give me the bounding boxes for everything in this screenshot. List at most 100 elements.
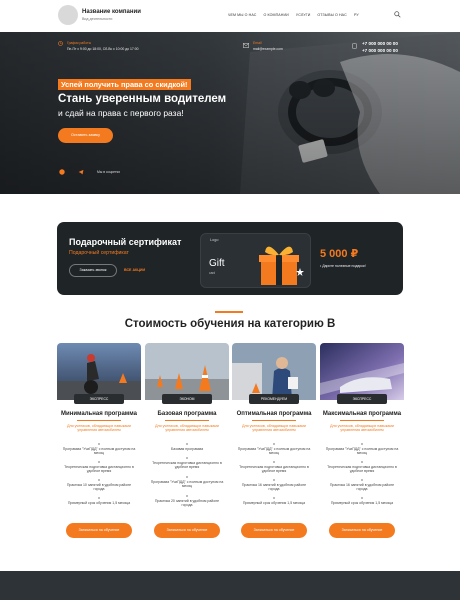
- card-feature: Теоретическая подготовка дистанционно в …: [327, 465, 397, 474]
- gift-certificate-banner: Подарочный сертификат Подарочный сертифи…: [57, 222, 403, 295]
- phone-2[interactable]: +7 000 000 00 00: [362, 48, 398, 53]
- card-feature: Базовая программа: [170, 447, 204, 451]
- card-tag: ЭКСПРЕСС: [337, 394, 387, 404]
- bullet-dot: [186, 495, 188, 497]
- bullet-dot: [361, 497, 363, 499]
- bullet-dot: [98, 443, 100, 445]
- card-tag: РЕКОМЕНДУЕМ: [249, 394, 299, 404]
- bullet-dot: [361, 461, 363, 463]
- company-subtitle: Вид деятельности: [82, 17, 113, 21]
- card-feature: Теоретическая подготовка дистанционно в …: [239, 465, 309, 474]
- enroll-button[interactable]: Записаться на обучение: [241, 523, 307, 538]
- card-image-instructor: [232, 343, 316, 400]
- order-call-button[interactable]: Заказать звонок: [69, 264, 117, 277]
- gift-box-icon: [259, 246, 304, 285]
- card-title: Минимальная программа: [61, 411, 137, 417]
- nav-item-company[interactable]: О КОМПАНИИ: [263, 13, 288, 17]
- bullet-dot: [273, 479, 275, 481]
- bullet-dot: [98, 497, 100, 499]
- logo-placeholder[interactable]: [58, 5, 78, 25]
- enroll-button[interactable]: Записаться на обучение: [154, 523, 220, 538]
- gift-price: 5 000 ₽: [320, 248, 359, 260]
- gift-card-logo: Logo: [210, 238, 219, 242]
- company-name[interactable]: Название компании: [82, 9, 141, 15]
- social-link-label[interactable]: Мы в соцсетях: [97, 170, 120, 174]
- pricing-card-minimal: ЭКСПРЕСС Минимальная программа Для учени…: [57, 343, 141, 553]
- card-feature: Теоретическая подготовка дистанционно в …: [152, 461, 222, 470]
- card-title-underline: [165, 420, 209, 421]
- leave-request-button[interactable]: Оставить заявку: [58, 128, 113, 143]
- card-description: Для учеников, обладающих навыками управл…: [242, 424, 306, 433]
- bullet-dot: [273, 461, 275, 463]
- card-feature: Примерный срок обучения 1,5 месяца: [242, 501, 306, 505]
- main-nav: ЧЕМ МЫ О НАС О КОМПАНИИ УСЛУГИ ОТЗЫВЫ О …: [228, 13, 347, 17]
- email-value[interactable]: mail@example.com: [253, 47, 283, 51]
- enroll-button[interactable]: Записаться на обучение: [329, 523, 395, 538]
- bullet-dot: [186, 457, 188, 459]
- enroll-button[interactable]: Записаться на обучение: [66, 523, 132, 538]
- card-feature: Программа "УчиПДД" с полным доступом на …: [237, 447, 311, 456]
- nav-item-reviews[interactable]: ОТЗЫВЫ О НАС: [317, 13, 346, 17]
- all-promos-link[interactable]: ВСЕ АКЦИИ: [124, 268, 145, 272]
- card-image-motorcycle: [57, 343, 141, 400]
- card-feature: Практика 10 занятий в удобном районе гор…: [66, 483, 132, 492]
- phone-1[interactable]: +7 000 000 00 00: [362, 41, 398, 46]
- bullet-dot: [186, 443, 188, 445]
- card-title-underline: [77, 420, 121, 421]
- card-description: Для учеников, обладающих навыками управл…: [330, 424, 394, 433]
- card-feature: Примерный срок обучения 1,5 месяца: [67, 501, 131, 505]
- bullet-dot: [273, 443, 275, 445]
- language-switch[interactable]: РУ: [354, 13, 359, 17]
- pricing-card-basic: ЭКОНОМ Базовая программа Для учеников, о…: [145, 343, 229, 553]
- card-image-car-night: [320, 343, 404, 400]
- bullet-dot: [186, 476, 188, 478]
- gift-card-image: Logo Gift card: [200, 233, 311, 288]
- bullet-dot: [98, 461, 100, 463]
- mail-icon: [243, 43, 249, 48]
- card-description: Для учеников, обладающих навыками управл…: [67, 424, 131, 433]
- schedule-label: График работы: [67, 41, 92, 45]
- hero-title: Стань уверенным водителем: [58, 93, 227, 105]
- card-feature: Программа "УчиПДД" с полным доступом на …: [150, 480, 224, 489]
- pricing-card-optimal: РЕКОМЕНДУЕМ Оптимальная программа Для уч…: [232, 343, 316, 553]
- card-title: Максимальная программа: [322, 411, 402, 417]
- card-title-underline: [340, 420, 384, 421]
- bullet-dot: [361, 479, 363, 481]
- card-title: Оптимальная программа: [236, 411, 312, 417]
- pricing-section-title: Стоимость обучения на категорию В: [124, 318, 336, 330]
- card-feature: Программа "УчиПДД" с полным доступом на …: [62, 447, 136, 456]
- site-header: Название компании Вид деятельности ЧЕМ М…: [0, 0, 460, 32]
- telegram-icon[interactable]: [78, 169, 84, 175]
- section-divider: [215, 311, 243, 313]
- gift-card-word: Gift: [209, 258, 225, 269]
- card-tag: ЭКОНОМ: [162, 394, 212, 404]
- card-feature: Практика 16 занятий в удобном районе гор…: [241, 483, 307, 492]
- search-icon[interactable]: [394, 11, 401, 18]
- card-description: Для учеников, обладающих навыками управл…: [155, 424, 219, 433]
- email-label: Email: [253, 41, 262, 45]
- nav-item-services[interactable]: УСЛУГИ: [296, 13, 311, 17]
- promo-badge: Успей получить права со скидкой!: [58, 79, 191, 90]
- phone-icon: [352, 43, 357, 49]
- hero-subtitle: и сдай на права с первого раза!: [58, 108, 184, 118]
- gift-title: Подарочный сертификат: [69, 237, 182, 247]
- bullet-dot: [361, 443, 363, 445]
- card-feature: Теоретическая подготовка дистанционно в …: [64, 465, 134, 474]
- card-feature: Примерный срок обучения 1,5 месяца: [330, 501, 394, 505]
- card-feature: Практика 16 занятий в удобном районе гор…: [329, 483, 395, 492]
- gift-card-word-card: card: [209, 271, 216, 275]
- schedule-value: Пн-Пт с 9:00 до 18:00, Сб-Вс с 10:00 до …: [67, 47, 139, 51]
- vk-icon[interactable]: [59, 169, 65, 175]
- gift-subtitle: Подарочный сертификат: [69, 250, 129, 256]
- nav-item-about-us[interactable]: ЧЕМ МЫ О НАС: [228, 13, 256, 17]
- clock-icon: [58, 41, 63, 46]
- card-title: Базовая программа: [157, 411, 217, 417]
- next-section-strip: [0, 571, 460, 600]
- card-feature: Программа "УчиПДД" с полным доступом на …: [325, 447, 399, 456]
- pricing-card-maximal: ЭКСПРЕСС Максимальная программа Для учен…: [320, 343, 404, 553]
- card-image-traffic-cones: [145, 343, 229, 400]
- card-title-underline: [252, 420, 296, 421]
- card-feature: Практика 20 занятий в удобном районе гор…: [154, 499, 220, 508]
- hero-section: График работы Пн-Пт с 9:00 до 18:00, Сб-…: [0, 32, 460, 194]
- gift-note: • Дарите полезные подарки!: [320, 264, 366, 268]
